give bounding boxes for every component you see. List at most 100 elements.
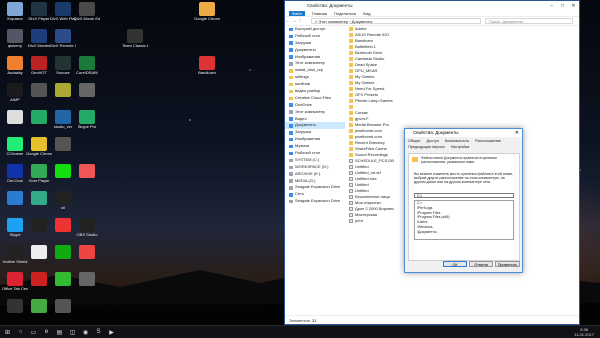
- desktop-shortcut[interactable]: studio_ver: [50, 110, 76, 138]
- desktop-shortcut[interactable]: Skype Pro: [74, 110, 100, 138]
- desktop-shortcut[interactable]: [50, 245, 76, 273]
- tab-general[interactable]: Общие: [408, 139, 421, 143]
- desktop-shortcut[interactable]: Gom Player: [26, 164, 52, 192]
- desktop-shortcut[interactable]: GeoHOT: [26, 56, 52, 84]
- desktop-shortcut[interactable]: Bandicam: [194, 56, 220, 84]
- nav-item[interactable]: Быстрый доступ: [285, 26, 345, 33]
- tab-customize[interactable]: Настройка: [451, 145, 470, 149]
- ribbon-tab-view[interactable]: Вид: [363, 11, 370, 16]
- nav-item[interactable]: Этот компьютер: [285, 60, 345, 67]
- desktop-shortcut[interactable]: [26, 110, 52, 138]
- apply-button[interactable]: Применить: [495, 261, 520, 267]
- location-suggestion[interactable]: \Документы: [415, 230, 513, 235]
- minimize-icon[interactable]: –: [546, 1, 557, 10]
- up-arrow-icon[interactable]: ↑: [297, 18, 303, 24]
- tab-location[interactable]: Расположение: [475, 139, 501, 143]
- desktop-shortcut[interactable]: Google Chrome: [194, 2, 220, 30]
- desktop-shortcut[interactable]: [26, 191, 52, 219]
- nav-item[interactable]: Сеть: [285, 191, 345, 198]
- desktop-shortcut[interactable]: [2, 299, 28, 325]
- desktop-shortcut[interactable]: [74, 245, 100, 273]
- nav-item[interactable]: Изображения: [285, 54, 345, 61]
- desktop-shortcut[interactable]: [50, 83, 76, 111]
- desktop-shortcut[interactable]: qiukerry: [2, 29, 28, 57]
- desktop-shortcut[interactable]: [74, 83, 100, 111]
- nav-item[interactable]: Видео: [285, 116, 345, 123]
- nav-item[interactable]: Seagate Expansion Drive: [285, 198, 345, 205]
- ribbon-tab-home[interactable]: Главная: [312, 11, 327, 16]
- file-explorer-icon[interactable]: ▤: [54, 327, 65, 337]
- desktop-shortcut[interactable]: Office Tab Center: [2, 272, 28, 300]
- system-clock[interactable]: 5:38 11.01.2017: [574, 327, 594, 337]
- desktop-shortcut[interactable]: [2, 191, 28, 219]
- search-input[interactable]: Поиск: Документы: [485, 18, 573, 24]
- desktop-shortcut[interactable]: DivX Movies: [26, 29, 52, 57]
- search-icon[interactable]: ○: [15, 327, 26, 337]
- ribbon-tab-share[interactable]: Поделиться: [334, 11, 356, 16]
- desktop-shortcut[interactable]: [74, 164, 100, 192]
- task-view-icon[interactable]: ▭: [28, 327, 39, 337]
- store-icon[interactable]: ◫: [67, 327, 78, 337]
- desktop-shortcut[interactable]: [26, 218, 52, 246]
- nav-item[interactable]: WORKSPACE (D:): [285, 164, 345, 171]
- nav-item[interactable]: settings: [285, 74, 345, 81]
- nav-item[interactable]: ARCHIVE (E:): [285, 171, 345, 178]
- nav-item[interactable]: Изображения: [285, 136, 345, 143]
- desktop-shortcut[interactable]: DeLOcal: [2, 164, 28, 192]
- nav-item[interactable]: Этот компьютер: [285, 109, 345, 116]
- desktop-shortcut[interactable]: DivX Player: [26, 2, 52, 30]
- desktop-shortcut[interactable]: [26, 272, 52, 300]
- desktop-shortcut[interactable]: [26, 299, 52, 325]
- desktop-shortcut[interactable]: [50, 299, 76, 325]
- ribbon-tab-file[interactable]: Файл: [289, 10, 305, 16]
- desktop-shortcut[interactable]: OBS Studio: [74, 218, 100, 246]
- nav-item[interactable]: Документы: [285, 47, 345, 54]
- desktop-shortcut[interactable]: AIMP: [2, 83, 28, 111]
- desktop-shortcut[interactable]: CorelDRAW: [74, 56, 100, 84]
- nav-item[interactable]: sunflurai: [285, 81, 345, 88]
- desktop-shortcut[interactable]: Корзина: [2, 2, 28, 30]
- skype-icon[interactable]: S: [93, 327, 104, 337]
- desktop-shortcut[interactable]: Hotline Shield: [2, 245, 28, 273]
- desktop-shortcut[interactable]: [50, 164, 76, 192]
- desktop-shortcut[interactable]: [26, 245, 52, 273]
- media-player-icon[interactable]: ▶: [106, 327, 117, 337]
- desktop-shortcut[interactable]: [50, 218, 76, 246]
- dialog-close-icon[interactable]: ✕: [515, 129, 519, 137]
- address-bar[interactable]: « Этот компьютер › Документы: [311, 18, 481, 24]
- nav-item[interactable]: Загрузки: [285, 40, 345, 47]
- dialog-titlebar[interactable]: Свойства: Документы ✕: [405, 129, 522, 137]
- desktop-shortcut[interactable]: DivX Movie Editing: [74, 2, 100, 30]
- nav-item[interactable]: Creative Cloud Files: [285, 95, 345, 102]
- nav-item[interactable]: Документы: [285, 122, 345, 130]
- desktop-shortcut[interactable]: Skype: [2, 218, 28, 246]
- desktop-shortcut[interactable]: [26, 83, 52, 111]
- nav-item[interactable]: Рабочий стол: [285, 33, 345, 40]
- desktop-shortcut[interactable]: [2, 110, 28, 138]
- desktop-shortcut[interactable]: Snooze: [50, 56, 76, 84]
- nav-item[interactable]: Рабочий стол: [285, 150, 345, 157]
- desktop-shortcut[interactable]: DivX Web Player: [50, 2, 76, 30]
- tab-previous-versions[interactable]: Предыдущие версии: [408, 145, 445, 149]
- desktop-shortcut[interactable]: Audacity: [2, 56, 28, 84]
- nav-item[interactable]: Seagate Expansion Drive: [285, 184, 345, 191]
- desktop-shortcut[interactable]: oil: [50, 191, 76, 219]
- start-icon[interactable]: ⊞: [2, 327, 13, 337]
- desktop-shortcut[interactable]: [50, 137, 76, 165]
- nav-item[interactable]: MEDIA (G:): [285, 178, 345, 185]
- nav-item[interactable]: видео разбор: [285, 88, 345, 95]
- desktop-shortcut[interactable]: CCleaner: [2, 137, 28, 165]
- close-icon[interactable]: ✕: [568, 1, 579, 10]
- chrome-icon[interactable]: ◉: [80, 327, 91, 337]
- edge-icon[interactable]: e: [41, 327, 52, 337]
- tab-security[interactable]: Безопасность: [445, 139, 469, 143]
- desktop-shortcut[interactable]: DivX Remote IDO: [50, 29, 76, 57]
- location-path-input[interactable]: C:\: [414, 193, 514, 198]
- nav-item[interactable]: Музыка: [285, 143, 345, 150]
- desktop-shortcut[interactable]: Google Chrome: [26, 137, 52, 165]
- nav-item[interactable]: OneDrive: [285, 102, 345, 109]
- cancel-button[interactable]: Отмена: [469, 261, 493, 267]
- desktop-shortcut[interactable]: Team Classic Alsace Nero: [122, 29, 148, 57]
- tab-sharing[interactable]: Доступ: [427, 139, 439, 143]
- nav-item[interactable]: install_oboi_rep: [285, 67, 345, 74]
